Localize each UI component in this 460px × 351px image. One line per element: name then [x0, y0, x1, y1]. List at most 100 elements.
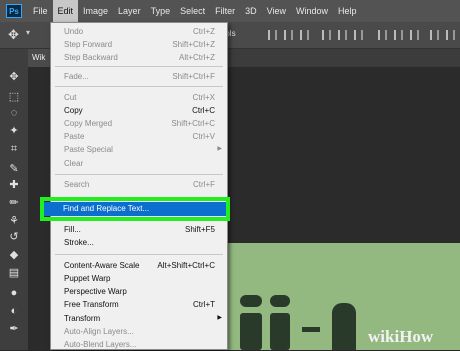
highlight-annotation-box: [40, 197, 230, 221]
menu-item-shortcut: Ctrl+F: [193, 180, 215, 189]
healing-icon[interactable]: ✚: [6, 177, 22, 193]
menu-item-paste[interactable]: Paste Ctrl+V: [51, 130, 227, 143]
menu-item-content-aware-scale[interactable]: Content-Aware Scale Alt+Shift+Ctrl+C: [51, 259, 227, 272]
watermark-wiki: wiki: [368, 327, 400, 346]
menu-item-step-backward[interactable]: Step Backward Alt+Ctrl+Z: [51, 51, 227, 64]
distribute-top-icon[interactable]: [378, 30, 387, 40]
menu-item-label: Paste Special: [64, 145, 113, 154]
brush-icon[interactable]: ✏: [6, 195, 22, 211]
menu-item-step-forward[interactable]: Step Forward Shift+Ctrl+Z: [51, 38, 227, 51]
menu-item-label: Fill...: [64, 225, 81, 234]
menu-filter[interactable]: Filter: [210, 0, 240, 22]
menu-select[interactable]: Select: [175, 0, 210, 22]
menu-separator: [55, 254, 223, 255]
edit-menu-dropdown: Undo Ctrl+Z Step Forward Shift+Ctrl+Z Step B…: [50, 22, 228, 350]
tools-panel: ✥ ⬚ ◌ ✦ ⌗ ✎ ✚ ✏ ⚘ ↺ ◆ ▤ ● ◐ ✒: [0, 49, 29, 350]
pen-icon[interactable]: ✒: [6, 321, 22, 337]
menu-item-shortcut: Ctrl+V: [192, 132, 215, 141]
menu-item-perspective-warp[interactable]: Perspective Warp: [51, 285, 227, 298]
blur-icon[interactable]: ●: [6, 285, 22, 301]
menu-item-clear[interactable]: Clear: [51, 157, 227, 170]
menu-item-free-transform[interactable]: Free Transform Ctrl+T: [51, 298, 227, 311]
menu-file[interactable]: File: [28, 0, 53, 22]
align-right-icon[interactable]: [354, 30, 363, 40]
menu-item-shortcut: Shift+Ctrl+Z: [172, 40, 215, 49]
eraser-icon[interactable]: ◆: [6, 247, 22, 263]
artwork-glyph: [240, 313, 262, 350]
menu-item-label: Perspective Warp: [64, 287, 127, 296]
menu-edit[interactable]: Edit: [52, 0, 79, 22]
menu-item-cut[interactable]: Cut Ctrl+X: [51, 91, 227, 104]
clone-stamp-icon[interactable]: ⚘: [6, 213, 22, 229]
submenu-arrow-icon: ▶: [217, 146, 222, 152]
history-brush-icon[interactable]: ↺: [6, 229, 22, 245]
menu-image[interactable]: Image: [78, 0, 113, 22]
menu-item-undo[interactable]: Undo Ctrl+Z: [51, 25, 227, 38]
menu-separator: [55, 66, 223, 67]
menu-item-puppet-warp[interactable]: Puppet Warp: [51, 272, 227, 285]
menu-layer[interactable]: Layer: [113, 0, 146, 22]
menu-window[interactable]: Window: [291, 0, 333, 22]
menu-item-paste-special[interactable]: Paste Special ▶: [51, 143, 227, 156]
wikihow-watermark: wikiHow: [368, 327, 433, 347]
menu-3d[interactable]: 3D: [240, 0, 262, 22]
menu-item-fill[interactable]: Fill... Shift+F5: [51, 223, 227, 236]
crop-icon[interactable]: ⌗: [6, 141, 22, 157]
document-tab[interactable]: Wik: [28, 49, 50, 67]
artwork-glyph: [270, 295, 290, 307]
menu-item-label: Auto-Align Layers...: [64, 327, 134, 336]
menu-item-auto-align-layers[interactable]: Auto-Align Layers...: [51, 325, 227, 338]
menu-item-copy-merged[interactable]: Copy Merged Shift+Ctrl+C: [51, 117, 227, 130]
menu-type[interactable]: Type: [146, 0, 176, 22]
menu-bar: Ps File Edit Image Layer Type Select Fil…: [0, 0, 460, 22]
distribute-right-icon[interactable]: [446, 30, 455, 40]
menu-item-label: Puppet Warp: [64, 274, 111, 283]
chevron-down-icon[interactable]: ▾: [26, 28, 30, 37]
menu-item-shortcut: Alt+Ctrl+Z: [178, 53, 215, 62]
menu-item-auto-blend-layers[interactable]: Auto-Blend Layers...: [51, 338, 227, 351]
marquee-icon[interactable]: ⬚: [6, 89, 22, 105]
menu-item-stroke[interactable]: Stroke...: [51, 236, 227, 249]
artwork-glyph: [302, 327, 320, 332]
menu-item-shortcut: Ctrl+X: [192, 93, 215, 102]
distribute-bottom-icon[interactable]: [410, 30, 419, 40]
menu-item-label: Fade...: [64, 72, 89, 81]
menu-item-search[interactable]: Search Ctrl+F: [51, 178, 227, 191]
align-bottom-icon[interactable]: [300, 30, 309, 40]
menu-item-label: Step Forward: [64, 40, 113, 49]
distribute-center-icon[interactable]: [394, 30, 403, 40]
menu-item-copy[interactable]: Copy Ctrl+C: [51, 104, 227, 117]
menu-help[interactable]: Help: [333, 0, 362, 22]
align-vertical-center-icon[interactable]: [284, 30, 293, 40]
dodge-icon[interactable]: ◐: [6, 303, 22, 319]
artwork-glyph: [240, 295, 262, 307]
watermark-how: How: [399, 327, 434, 346]
menu-item-label: Paste: [64, 132, 85, 141]
align-horizontal-center-icon[interactable]: [338, 30, 347, 40]
menu-item-label: Step Backward: [64, 53, 118, 62]
menu-item-shortcut: Ctrl+Z: [193, 27, 215, 36]
menu-separator: [55, 174, 223, 175]
artwork-glyph: [270, 313, 290, 350]
menu-item-label: Stroke...: [64, 238, 94, 247]
menu-item-label: Clear: [64, 159, 84, 168]
menu-separator: [55, 86, 223, 87]
move-icon[interactable]: ✥: [6, 69, 22, 85]
menu-item-transform[interactable]: Transform ▶: [51, 312, 227, 325]
gradient-icon[interactable]: ▤: [6, 265, 22, 281]
eyedropper-icon[interactable]: ✎: [6, 161, 22, 177]
menu-item-label: Transform: [64, 314, 101, 323]
distribute-left-icon[interactable]: [430, 30, 439, 40]
align-left-icon[interactable]: [322, 30, 331, 40]
move-tool-icon[interactable]: ✥: [8, 27, 24, 43]
submenu-arrow-icon: ▶: [217, 315, 222, 321]
menu-item-label: Content-Aware Scale: [64, 261, 140, 270]
magic-wand-icon[interactable]: ✦: [6, 123, 22, 139]
menu-item-label: Copy Merged: [64, 119, 113, 128]
menu-item-shortcut: Shift+Ctrl+F: [172, 72, 215, 81]
menu-view[interactable]: View: [262, 0, 291, 22]
align-top-icon[interactable]: [268, 30, 277, 40]
menu-item-fade[interactable]: Fade... Shift+Ctrl+F: [51, 70, 227, 83]
menu-item-label: Free Transform: [64, 300, 119, 309]
lasso-icon[interactable]: ◌: [6, 105, 22, 121]
